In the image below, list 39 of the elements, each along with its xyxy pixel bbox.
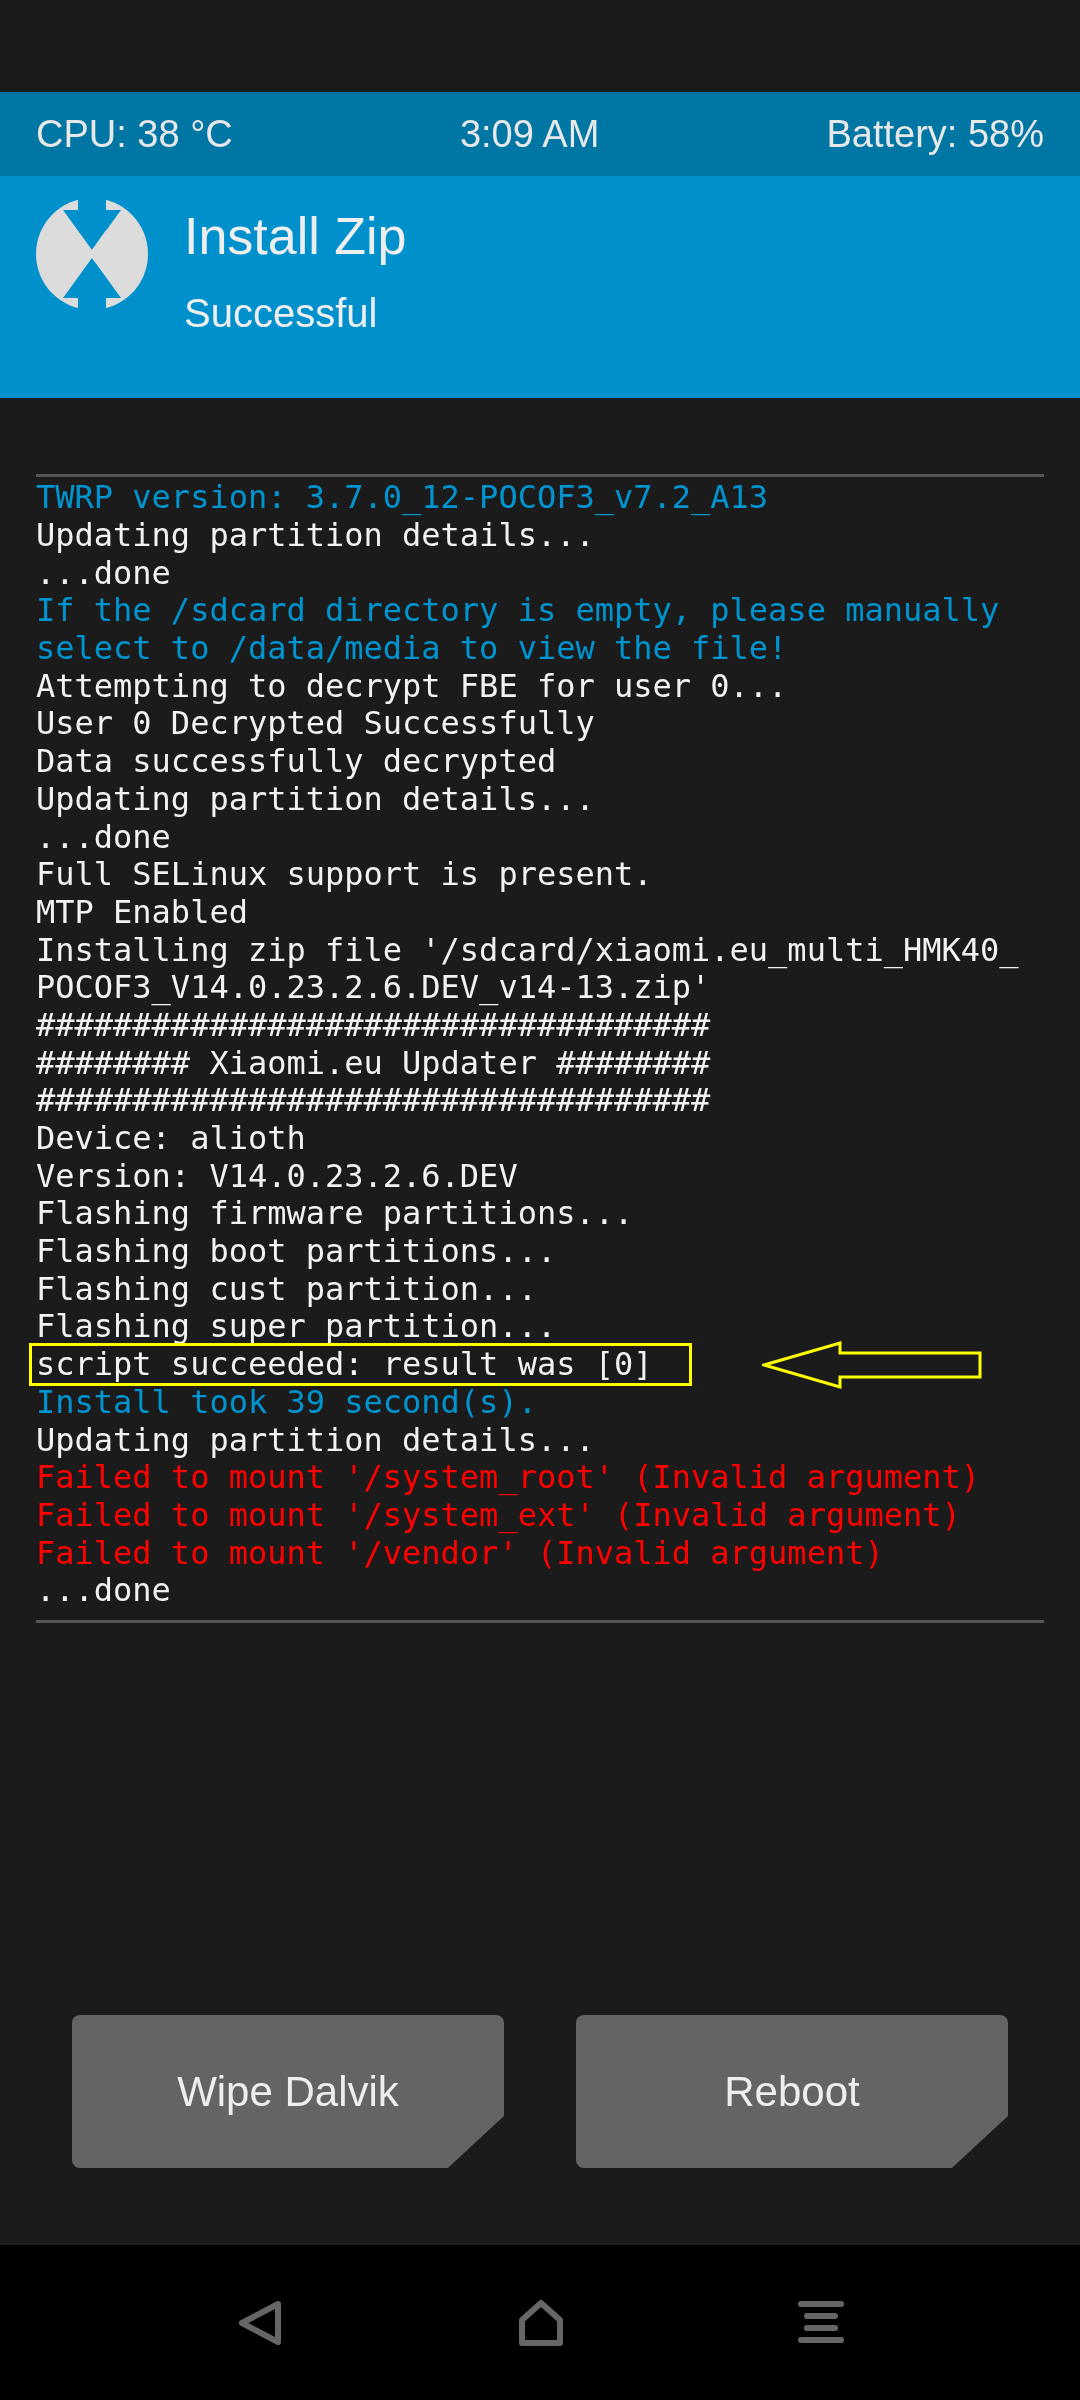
cpu-temperature: CPU: 38 °C	[36, 111, 233, 157]
log-line: select to /data/media to view the file!	[36, 630, 788, 668]
log-line: Installing zip file '/sdcard/xiaomi.eu_multi_HMK40_	[36, 931, 1019, 969]
log-line: Updating partition details...	[36, 780, 595, 818]
log-line: ...done	[36, 1572, 171, 1610]
log-line: TWRP version: 3.7.0_12-POCOF3_v7.2_A13	[36, 479, 769, 517]
log-line: If the /sdcard directory is empty, please manually	[36, 592, 1000, 630]
home-icon[interactable]	[517, 2297, 565, 2348]
log-line: Flashing cust partition...	[36, 1270, 537, 1308]
log-line: ...done	[36, 554, 171, 592]
action-button[interactable]: Reboot	[576, 2015, 1008, 2168]
menu-icon[interactable]	[797, 2299, 844, 2346]
log-line: MTP Enabled	[36, 893, 248, 931]
log-line: Flashing firmware partitions...	[36, 1195, 634, 1233]
log-line: Failed to mount '/vendor' (Invalid argument)	[36, 1534, 884, 1572]
log-line: Updating partition details...	[36, 1421, 595, 1459]
log-line: Data successfully decrypted	[36, 743, 557, 781]
clock: 3:09 AM	[459, 111, 600, 157]
log-line: User 0 Decrypted Successfully	[36, 705, 595, 743]
log-line: Flashing boot partitions...	[36, 1233, 557, 1271]
log-line: ...done	[36, 818, 171, 856]
action-button[interactable]: Wipe Dalvik	[72, 2015, 504, 2168]
log-line: ###################################	[36, 1082, 711, 1120]
battery-level: Battery: 58%	[826, 111, 1044, 157]
log-line: Device: alioth	[36, 1120, 306, 1158]
log-line: Attempting to decrypt FBE for user 0...	[36, 667, 788, 705]
logo-icon	[36, 198, 148, 310]
log-line: Failed to mount '/system_root' (Invalid argument)	[36, 1459, 980, 1497]
screen-title: Install Zip	[184, 206, 407, 267]
arrow-icon	[761, 1340, 984, 1389]
log-line: ###################################	[36, 1006, 711, 1044]
log-line: Full SELinux support is present.	[36, 856, 653, 894]
log-line: Failed to mount '/system_ext' (Invalid argument)	[36, 1496, 961, 1534]
log-line: POCOF3_V14.0.23.2.6.DEV_v14-13.zip'	[36, 969, 711, 1007]
log-line: Updating partition details...	[36, 517, 595, 555]
screen-status: Successful	[184, 290, 379, 337]
log-line: ######## Xiaomi.eu Updater ########	[36, 1044, 711, 1082]
log-line: Flashing super partition...	[36, 1308, 557, 1346]
log-line: Version: V14.0.23.2.6.DEV	[36, 1157, 518, 1195]
